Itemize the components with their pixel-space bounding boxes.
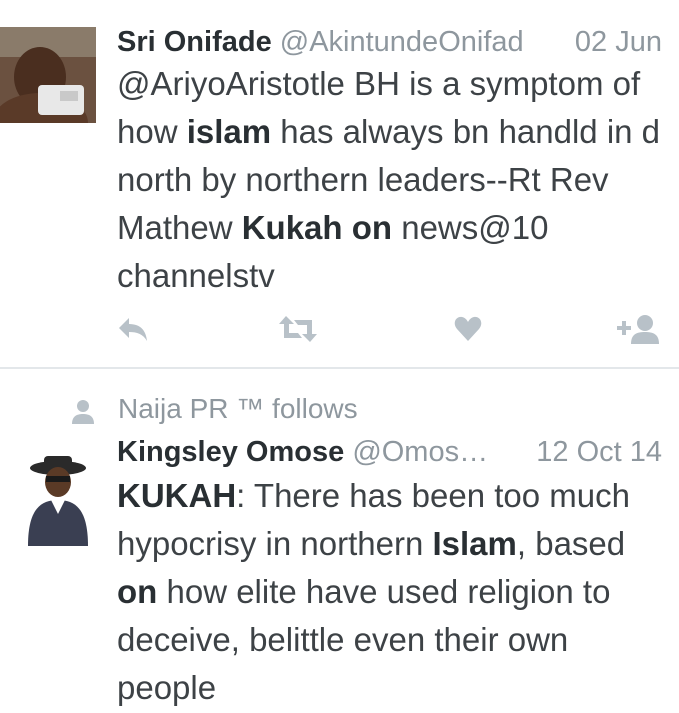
tweet-text: KUKAH: There has been too much hypocrisy… [117, 472, 662, 712]
tweet-text: @AriyoAristotle BH is a symptom of how i… [117, 60, 662, 300]
tweet-item[interactable]: Sri Onifade @AkintundeOnifad 02 Jun @Ari… [0, 0, 679, 367]
text-segment: how elite have used religion to deceive,… [117, 573, 611, 706]
user-handle[interactable]: @AkintundeOnifad [280, 26, 524, 58]
favorite-icon[interactable] [454, 314, 482, 344]
text-segment-bold: on [117, 573, 158, 610]
tweet-date[interactable]: 02 Jun [575, 22, 662, 62]
tweet-header: Kingsley Omose @Omos… 12 Oct 14 [117, 432, 662, 472]
social-context[interactable]: Naija PR ™ follows [70, 391, 358, 427]
tweet-header: Sri Onifade @AkintundeOnifad 02 Jun [117, 22, 662, 62]
tweet-date[interactable]: 12 Oct 14 [536, 432, 662, 472]
text-segment-bold: islam [186, 113, 272, 150]
follow-icon[interactable] [617, 314, 661, 344]
text-segment-bold: Kukah on [241, 209, 393, 246]
avatar-image [20, 452, 96, 546]
tweet-divider [0, 367, 679, 369]
reply-icon[interactable] [117, 314, 149, 344]
text-segment-bold: Islam [432, 525, 517, 562]
social-context-label: Naija PR ™ follows [118, 393, 358, 424]
avatar[interactable] [0, 27, 96, 123]
avatar-image [0, 27, 96, 123]
text-segment-bold: KUKAH [117, 477, 237, 514]
person-icon [72, 399, 94, 424]
user-handle[interactable]: @Omos… [352, 436, 488, 468]
avatar[interactable] [20, 452, 96, 546]
text-segment: , based [516, 525, 626, 562]
retweet-icon[interactable] [278, 314, 318, 344]
user-name[interactable]: Sri Onifade [117, 26, 272, 58]
tweet-actions [117, 314, 662, 344]
user-name[interactable]: Kingsley Omose [117, 436, 344, 468]
